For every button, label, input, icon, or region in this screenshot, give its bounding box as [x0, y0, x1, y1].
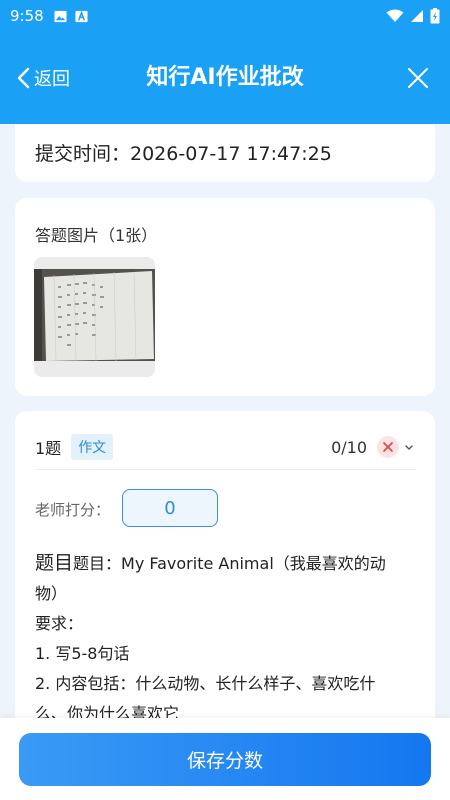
app-notification-icon [75, 10, 88, 22]
nav-bar: 返回 知行AI作业批改 [0, 32, 450, 124]
signal-icon [411, 10, 423, 22]
wifi-icon [386, 9, 404, 22]
question-number: 1题 [35, 439, 62, 458]
question-title-heading: 题目 [35, 552, 74, 574]
page-title: 知行AI作业批改 [146, 65, 304, 90]
scroll-content[interactable]: 提交时间：2026-07-17 17:47:25 答题图片（1张） 1题 作文 … [0, 124, 450, 720]
handwritten-page-image [34, 269, 155, 362]
teacher-score-label: 老师打分： [35, 501, 111, 519]
bottom-bar: 保存分数 [0, 718, 450, 800]
question-title-text: 题目：My Favorite Animal（我最喜欢的动物） [35, 554, 386, 603]
requirement-item-1: 1. 写5-8句话 [35, 644, 130, 663]
image-notification-icon [54, 10, 67, 22]
submit-time: 提交时间：2026-07-17 17:47:25 [35, 143, 332, 165]
answer-images-card: 答题图片（1张） [15, 198, 435, 396]
question-header: 1题 作文 0/10 [35, 431, 415, 463]
status-bar: 9:58 [0, 0, 450, 32]
submit-info-card: 提交时间：2026-07-17 17:47:25 [15, 124, 435, 182]
close-icon[interactable] [406, 66, 430, 90]
question-score: 0/10 [331, 437, 367, 457]
battery-icon [430, 8, 440, 24]
divider [35, 469, 415, 470]
teacher-score-input[interactable] [122, 489, 218, 527]
question-content: 题目题目：My Favorite Animal（我最喜欢的动物） 要求： 1. … [35, 548, 405, 720]
requirement-label: 要求： [35, 614, 84, 633]
answer-image-thumbnail[interactable] [34, 257, 155, 377]
chevron-down-icon[interactable] [403, 441, 415, 453]
question-card: 1题 作文 0/10 老师打分： 题目题目：My Favorite Animal… [15, 411, 435, 720]
question-type-tag: 作文 [71, 434, 114, 460]
wrong-mark-icon [377, 436, 399, 458]
cross-icon [383, 442, 393, 452]
save-score-button[interactable]: 保存分数 [19, 733, 431, 786]
requirement-item-2: 2. 内容包括：什么动物、长什么样子、喜欢吃什么、你为什么喜欢它 [35, 674, 376, 720]
question-title-line: 题目题目：My Favorite Animal（我最喜欢的动物） [35, 548, 405, 609]
answer-images-title: 答题图片（1张） [35, 226, 158, 245]
status-time: 9:58 [10, 7, 44, 25]
